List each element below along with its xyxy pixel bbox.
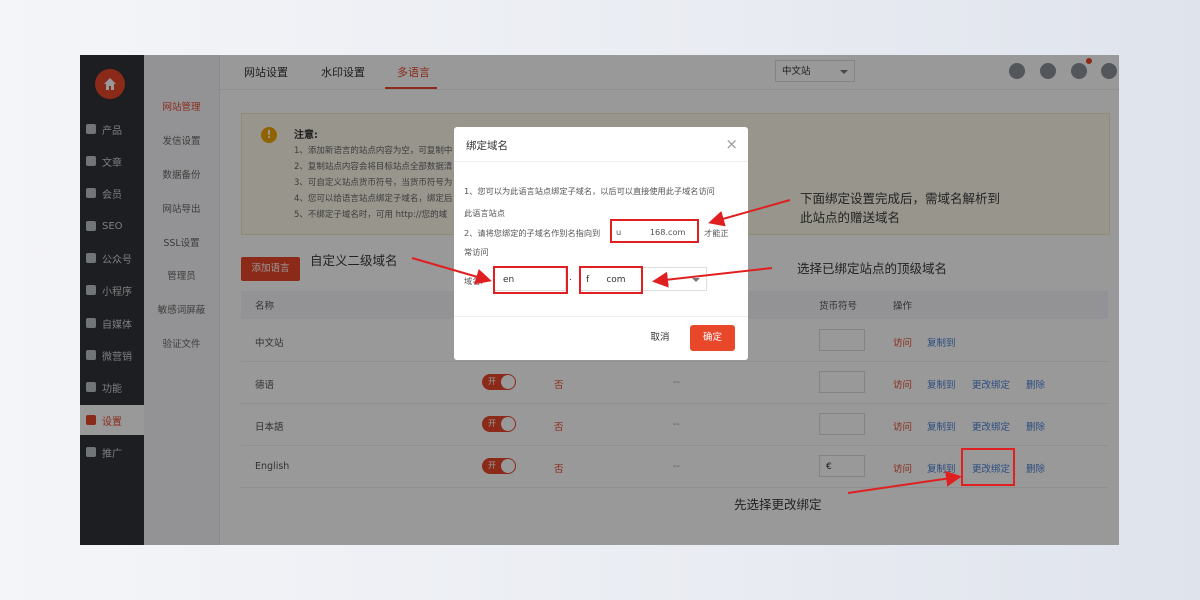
arrow-change-binding [847, 470, 962, 494]
arrow-top-domain [652, 267, 773, 288]
annotation-top-domain: 选择已绑定站点的顶级域名 [797, 261, 948, 276]
annotation-cname-1: 下面绑定设置完成后，需域名解析到 [800, 191, 1001, 206]
arrow-cname [708, 199, 791, 227]
annotation-arrows [411, 199, 962, 494]
annotation-subdomain: 自定义二级域名 [310, 253, 398, 268]
annotation-change-binding: 先选择更改绑定 [734, 497, 822, 512]
annotation-cname-2: 此站点的赠送域名 [800, 210, 901, 225]
arrow-subdomain [411, 257, 492, 285]
